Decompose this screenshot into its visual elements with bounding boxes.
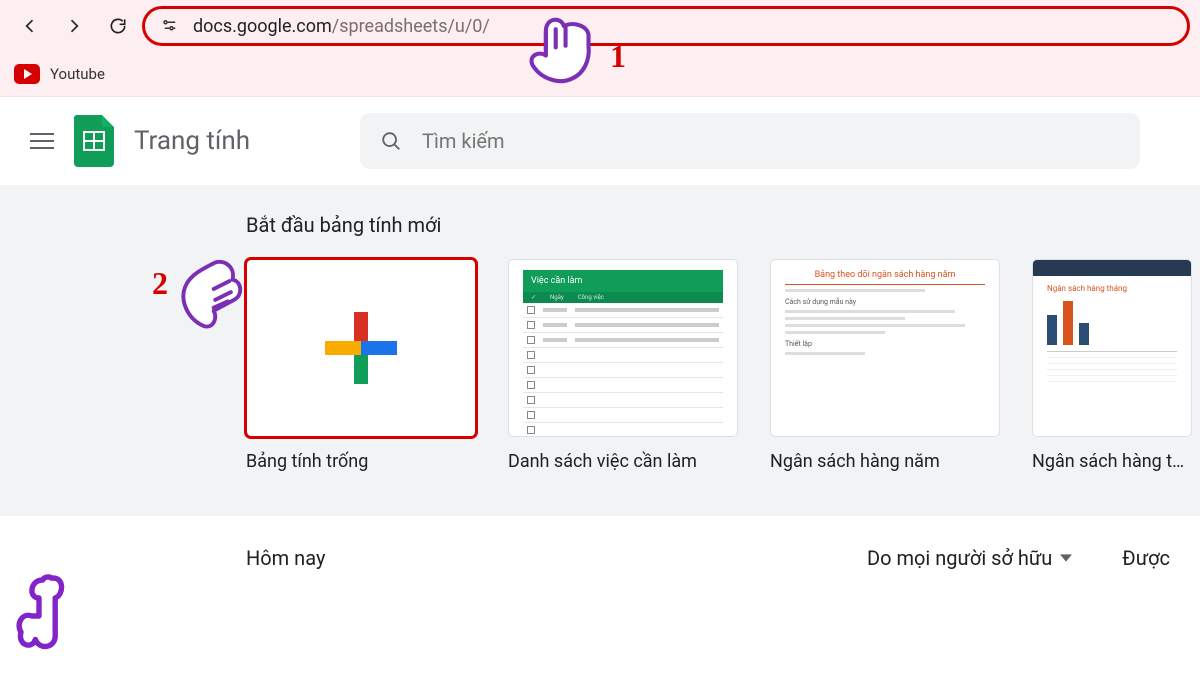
gallery-title: Bắt đầu bảng tính mới [246, 213, 1200, 237]
template-label: Bảng tính trống [246, 451, 476, 472]
reload-button[interactable] [98, 6, 138, 46]
annotation-number-1: 1 [610, 38, 626, 75]
youtube-icon [14, 64, 40, 84]
owner-filter-label: Do mọi người sở hữu [867, 546, 1052, 570]
annotation-number-2: 2 [152, 265, 168, 302]
template-label: Ngân sách hàng năm [770, 451, 1000, 472]
address-bar[interactable]: docs.google.com/spreadsheets/u/0/ [142, 6, 1190, 46]
recent-bar: Hôm nay Do mọi người sở hữu Được [0, 516, 1200, 600]
template-todo[interactable]: Việc cần làm ✓NgàyCông việc [508, 259, 738, 472]
site-info-icon[interactable] [161, 17, 179, 35]
annotation-hand-1 [518, 8, 600, 94]
search-icon [380, 130, 402, 152]
template-annual-budget[interactable]: Bảng theo dõi ngân sách hàng năm Cách sử… [770, 259, 1000, 472]
search-input[interactable] [422, 129, 1120, 153]
recent-heading: Hôm nay [246, 546, 325, 570]
recent-right-label: Được [1122, 546, 1170, 570]
sheets-logo-icon[interactable] [74, 115, 114, 167]
owner-filter[interactable]: Do mọi người sở hữu [867, 546, 1072, 570]
template-label: Danh sách việc cần làm [508, 451, 738, 472]
forward-button[interactable] [54, 6, 94, 46]
template-label: Ngân sách hàng tháng [1032, 451, 1192, 472]
bookmark-label: Youtube [50, 65, 105, 83]
bookmark-youtube[interactable]: Youtube [14, 64, 105, 84]
search-bar[interactable] [360, 113, 1140, 169]
back-button[interactable] [10, 6, 50, 46]
template-monthly-budget[interactable]: Ngân sách hàng tháng Ngân sách hàng thán… [1032, 259, 1192, 472]
watermark-icon [12, 571, 84, 661]
browser-chrome: docs.google.com/spreadsheets/u/0/ 1 [0, 0, 1200, 97]
url-text: docs.google.com/spreadsheets/u/0/ [193, 16, 490, 37]
bookmarks-bar: Youtube [0, 52, 1200, 96]
app-title: Trang tính [134, 126, 250, 156]
plus-icon [325, 312, 397, 384]
template-blank[interactable]: 2 [246, 259, 476, 472]
template-gallery: Bắt đầu bảng tính mới 2 [0, 185, 1200, 516]
caret-down-icon [1060, 552, 1072, 564]
annotation-hand-2 [170, 251, 248, 345]
main-menu-button[interactable] [30, 133, 54, 149]
app-header: Trang tính [0, 97, 1200, 185]
